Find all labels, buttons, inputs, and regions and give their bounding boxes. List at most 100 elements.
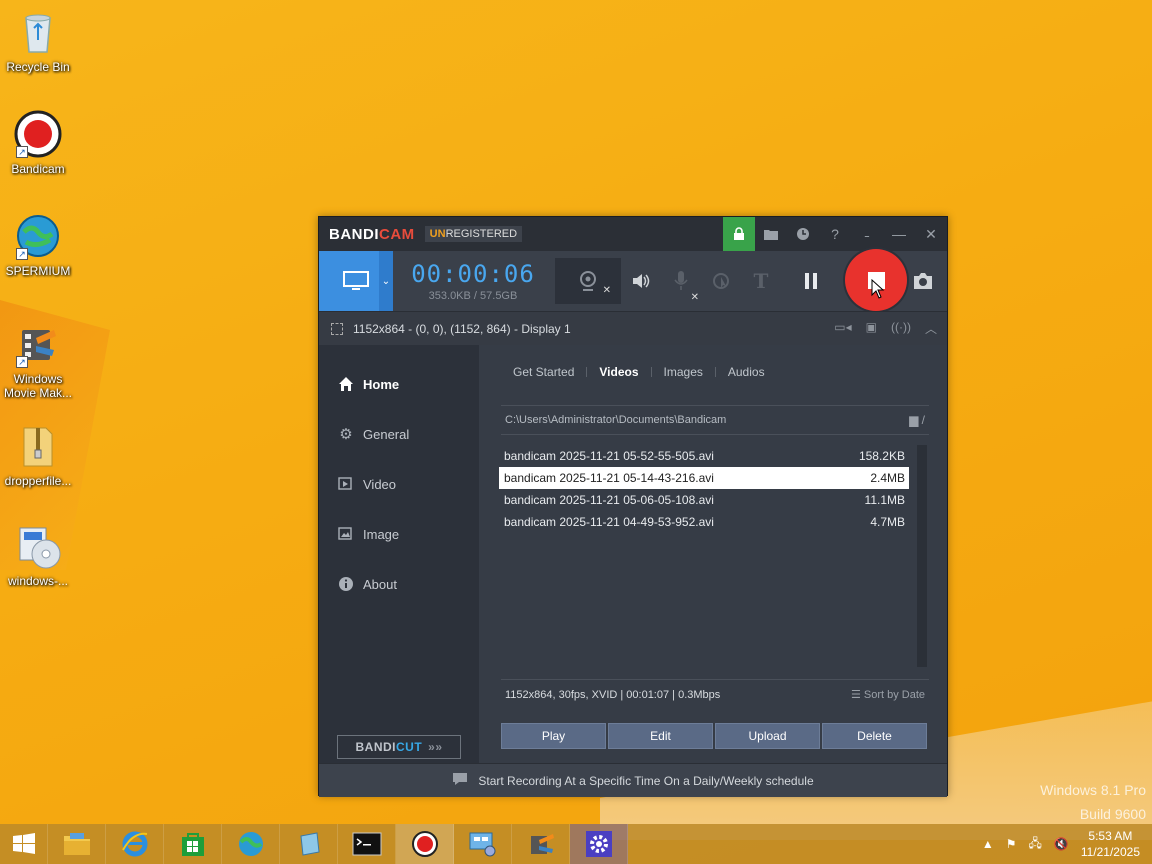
taskbar-movie-maker[interactable] (512, 824, 570, 864)
show-hidden-icons-chevron-icon[interactable]: ▲ (982, 837, 994, 851)
output-path: C:\Users\Administrator\Documents\Bandica… (501, 405, 929, 435)
upload-button[interactable]: Upload (715, 723, 820, 749)
pause-icon[interactable] (791, 251, 831, 311)
video-settings-icon (337, 475, 355, 493)
desktop-icon-label: Bandicam (11, 162, 65, 176)
chat-bubble-icon (452, 772, 468, 789)
globe-icon: ↗ (14, 212, 62, 260)
shortcut-arrow-icon: ↗ (16, 146, 28, 158)
desktop-icon-recycle-bin[interactable]: Recycle Bin (0, 8, 76, 74)
webcam-overlay-button[interactable]: ✕ (555, 258, 621, 304)
minimize-to-tray-icon[interactable]: ˗ (851, 217, 883, 251)
taskbar-settings-app[interactable] (570, 824, 628, 864)
close-icon[interactable]: ✕ (915, 217, 947, 251)
monitor-icon (343, 271, 369, 290)
bandicam-window: BANDICAM UNREGISTERED ? ˗ — ✕ ⌄ 00:00:06… (318, 216, 948, 797)
desktop-icon-windows-installer[interactable]: windows-... (0, 522, 76, 588)
stop-recording-button[interactable] (845, 249, 907, 311)
capture-area-text: 1152x864 - (0, 0), (1152, 864) - Display… (353, 321, 571, 336)
recording-timer: 00:00:06 353.0KB / 57.5GB (393, 260, 553, 302)
sidebar-item-home[interactable]: Home (319, 359, 479, 409)
tab-videos[interactable]: Videos (587, 365, 650, 379)
taskbar-bandicam[interactable] (396, 824, 454, 864)
desktop-icon-movie-maker[interactable]: ↗ Windows Movie Mak... (0, 320, 76, 400)
area-select-icon[interactable] (331, 322, 343, 335)
desktop-icon-label: dropperfile... (4, 474, 72, 488)
taskbar-app-cube[interactable] (280, 824, 338, 864)
action-center-flag-icon[interactable]: ⚑ (1006, 837, 1017, 851)
tab-audios[interactable]: Audios (716, 365, 777, 379)
clock-time: 5:53 AM (1088, 829, 1133, 843)
desktop-icon-spermium[interactable]: ↗ SPERMIUM (0, 212, 76, 278)
internet-explorer-icon (121, 831, 147, 857)
zip-folder-icon (14, 422, 62, 470)
volume-muted-icon[interactable]: 🔇 (1054, 837, 1069, 851)
file-list: bandicam 2025-11-21 05-52-55-505.avi 158.… (499, 445, 909, 533)
broadcast-icon[interactable]: ((·)) (891, 320, 911, 337)
sidebar-item-general[interactable]: ⚙ General (319, 409, 479, 459)
tab-get-started[interactable]: Get Started (501, 365, 586, 379)
folder-icon[interactable] (755, 217, 787, 251)
cube-app-icon (299, 832, 320, 856)
shortcut-arrow-icon: ↗ (16, 356, 28, 368)
gear-icon (585, 831, 612, 857)
file-row[interactable]: bandicam 2025-11-21 05-52-55-505.avi 158.… (499, 445, 909, 467)
file-row[interactable]: bandicam 2025-11-21 04-49-53-952.avi 4.7M… (499, 511, 909, 533)
taskbar-remote-desktop[interactable] (454, 824, 512, 864)
windows-logo-icon (12, 833, 35, 854)
edit-button[interactable]: Edit (608, 723, 713, 749)
chevron-down-icon[interactable]: ⌄ (379, 251, 393, 311)
command-prompt-icon (352, 832, 381, 856)
home-icon (337, 375, 355, 393)
system-clock[interactable]: 5:53 AM 11/21/2025 (1081, 828, 1140, 860)
mouse-click-effect-icon[interactable] (701, 251, 741, 311)
title-bar[interactable]: BANDICAM UNREGISTERED ? ˗ — ✕ (319, 217, 947, 251)
status-bar[interactable]: Start Recording At a Specific Time On a … (319, 763, 947, 797)
clock-date: 11/21/2025 (1080, 845, 1140, 859)
sidebar-item-video[interactable]: Video (319, 459, 479, 509)
taskbar-internet-explorer[interactable] (106, 824, 164, 864)
taskbar-file-explorer[interactable] (48, 824, 106, 864)
sidebar-item-image[interactable]: Image (319, 509, 479, 559)
help-icon[interactable]: ? (819, 217, 851, 251)
file-row[interactable]: bandicam 2025-11-21 05-06-05-108.avi 11.1… (499, 489, 909, 511)
camera-icon[interactable] (903, 251, 943, 311)
open-folder-icon[interactable]: ▆ / (909, 413, 925, 427)
microphone-icon[interactable]: ✕ (661, 251, 701, 311)
image-overlay-icon[interactable]: ▣ (866, 320, 877, 337)
sidebar-item-about[interactable]: About (319, 559, 479, 609)
lock-icon[interactable] (723, 217, 755, 251)
minimize-icon[interactable]: — (883, 217, 915, 251)
collapse-chevron-icon[interactable]: ︿ (925, 320, 937, 337)
taskbar-store[interactable] (164, 824, 222, 864)
desktop-icon-label: Recycle Bin (6, 60, 70, 74)
remote-desktop-icon (469, 832, 495, 857)
file-row-selected[interactable]: bandicam 2025-11-21 05-14-43-216.avi 2.4M… (499, 467, 909, 489)
webcam-icon (580, 271, 596, 291)
windows-build-text: Build 9600 (1079, 806, 1146, 822)
bandicam-icon (411, 831, 438, 857)
bandicut-button[interactable]: BANDI CUT »» (337, 735, 461, 759)
video-record-icon[interactable]: ▭◂ (834, 320, 851, 337)
system-tray: ▲ ⚑ 🖧 🔇 5:53 AM 11/21/2025 (982, 824, 1152, 864)
store-icon (181, 833, 204, 856)
sort-by-button[interactable]: ☰ Sort by Date (851, 688, 925, 701)
tab-images[interactable]: Images (652, 365, 715, 379)
unregistered-badge[interactable]: UNREGISTERED (424, 226, 523, 242)
taskbar-globe-app[interactable] (222, 824, 280, 864)
movie-maker-icon (530, 834, 554, 854)
start-button[interactable] (0, 824, 48, 864)
taskbar: ▲ ⚑ 🖧 🔇 5:53 AM 11/21/2025 (0, 824, 1152, 864)
speaker-icon[interactable] (621, 251, 661, 311)
file-list-scrollbar[interactable] (917, 445, 927, 667)
screen-mode-button[interactable]: ⌄ (319, 251, 393, 311)
network-icon[interactable]: 🖧 (1028, 834, 1041, 855)
clock-icon[interactable] (787, 217, 819, 251)
desktop-icon-bandicam[interactable]: ↗ Bandicam (0, 110, 76, 176)
delete-button[interactable]: Delete (822, 723, 927, 749)
desktop-icon-dropperfile[interactable]: dropperfile... (0, 422, 76, 488)
bandicam-logo: BANDICAM (329, 225, 415, 243)
play-button[interactable]: Play (501, 723, 606, 749)
text-overlay-icon[interactable]: T (741, 251, 781, 311)
taskbar-command-prompt[interactable] (338, 824, 396, 864)
